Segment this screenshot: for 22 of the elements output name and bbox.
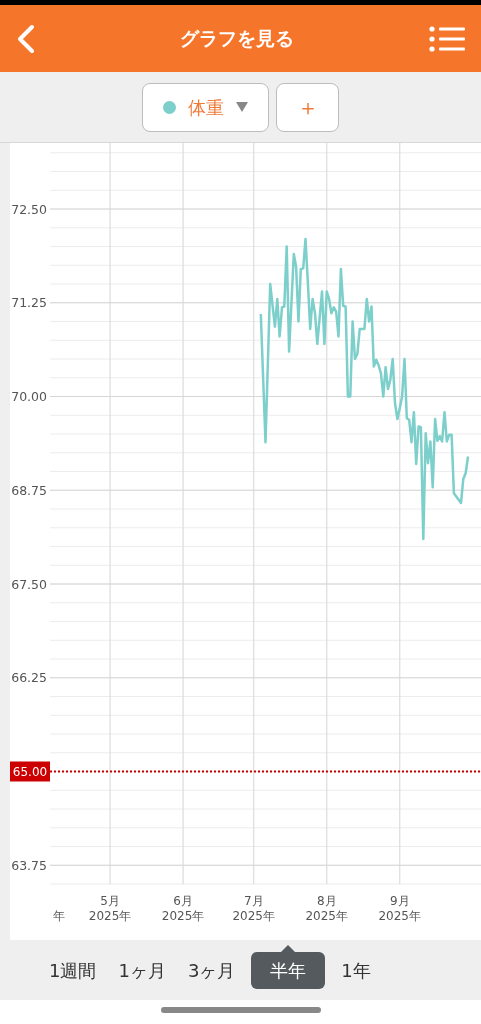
y-axis-label: 70.00 bbox=[11, 389, 47, 404]
period-tab[interactable]: 1週間 bbox=[43, 951, 103, 989]
period-tab[interactable]: 1年 bbox=[335, 951, 377, 989]
menu-icon[interactable] bbox=[429, 24, 465, 53]
target-value-badge: 65.00 bbox=[10, 761, 50, 782]
period-tab[interactable]: 3ヶ月 bbox=[181, 951, 242, 989]
x-axis-label: 年 bbox=[53, 909, 65, 923]
x-axis-label: 8月 2025年 bbox=[305, 894, 348, 923]
y-axis-label: 72.50 bbox=[11, 201, 47, 217]
x-axis-label: 6月 2025年 bbox=[161, 894, 205, 923]
y-axis-label: 71.25 bbox=[11, 295, 47, 311]
period-tab[interactable]: 1ヶ月 bbox=[112, 951, 172, 989]
screen-title: グラフを見る bbox=[179, 26, 294, 52]
x-axis-label: 5月 2025年 bbox=[88, 894, 132, 923]
y-axis-label: 68.75 bbox=[11, 482, 47, 498]
y-axis-label: 67.50 bbox=[11, 576, 47, 592]
y-axis-label: 63.75 bbox=[11, 857, 47, 873]
y-axis-label: 66.25 bbox=[11, 670, 47, 686]
x-axis-label: 9月 2025年 bbox=[378, 894, 421, 923]
caret-icon bbox=[236, 102, 248, 112]
tab-pointer bbox=[281, 944, 296, 952]
x-axis-label: 7月 2025年 bbox=[232, 894, 275, 923]
